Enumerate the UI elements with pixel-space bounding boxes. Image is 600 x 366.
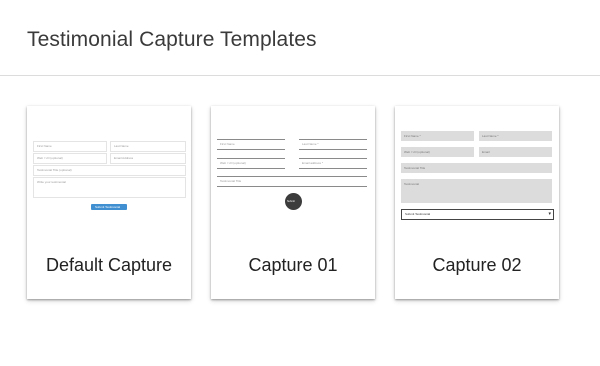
template-preview-capture-02: First Name * Last Name * Web / Url (opti… bbox=[395, 106, 559, 236]
preview-submit-button: Submit bbox=[285, 193, 302, 210]
preview-field: Web / Url (optional) bbox=[33, 153, 107, 164]
template-card-capture-02[interactable]: First Name * Last Name * Web / Url (opti… bbox=[395, 106, 559, 299]
preview-field-label: First Name * bbox=[404, 134, 421, 138]
preview-field: Web / Url (optional) bbox=[217, 158, 285, 169]
preview-field: Testimonial Title bbox=[217, 176, 367, 187]
template-preview-default: First Name Last Name Web / Url (optional… bbox=[27, 106, 191, 236]
preview-field: Last Name * bbox=[479, 131, 552, 141]
preview-field-label: Testimonial Title (optional) bbox=[37, 169, 72, 172]
preview-field-label: Email Address bbox=[114, 157, 134, 160]
preview-field-label: Testimonial Title bbox=[220, 180, 242, 183]
template-name: Default Capture bbox=[45, 255, 173, 275]
template-name: Capture 01 bbox=[248, 255, 338, 275]
preview-field: Last Name bbox=[110, 141, 186, 152]
page-title: Testimonial Capture Templates bbox=[27, 28, 317, 51]
preview-field: First Name bbox=[217, 139, 285, 150]
preview-field-label: Testimonial bbox=[404, 182, 420, 186]
preview-field-label: First Name bbox=[37, 145, 52, 148]
preview-field-label: Last Name * bbox=[302, 143, 319, 146]
preview-button-label: Submit bbox=[287, 200, 295, 203]
preview-submit-button: Submit Testimonial bbox=[91, 204, 127, 210]
preview-field-label: First Name bbox=[220, 143, 235, 146]
preview-field: Last Name * bbox=[299, 139, 367, 150]
preview-button-label: Submit Testimonial bbox=[95, 205, 121, 209]
preview-submit-select: Submit Testimonial ▾ bbox=[401, 209, 554, 220]
preview-field: Email Address bbox=[110, 153, 186, 164]
preview-field-label: Web / Url (optional) bbox=[404, 150, 430, 154]
template-card-default-capture[interactable]: First Name Last Name Web / Url (optional… bbox=[27, 106, 191, 299]
preview-field-label: Last Name bbox=[114, 145, 129, 148]
preview-field-label: Email bbox=[482, 150, 490, 154]
preview-field: Email bbox=[479, 147, 552, 157]
preview-field: Web / Url (optional) bbox=[401, 147, 474, 157]
template-name: Capture 02 bbox=[432, 255, 522, 275]
template-card-capture-01[interactable]: First Name Last Name * Web / Url (option… bbox=[211, 106, 375, 299]
preview-textarea: Write your testimonial bbox=[33, 177, 186, 198]
preview-field: Email address * bbox=[299, 158, 367, 169]
preview-field: First Name bbox=[33, 141, 107, 152]
preview-field-label: Testimonial Title bbox=[404, 166, 426, 170]
preview-field-label: Email address * bbox=[302, 162, 324, 165]
preview-field-label: Last Name * bbox=[482, 134, 499, 138]
preview-field-label: Web / Url (optional) bbox=[220, 162, 246, 165]
header-divider bbox=[0, 75, 600, 76]
preview-field-label: Web / Url (optional) bbox=[37, 157, 63, 160]
preview-field: Testimonial Title (optional) bbox=[33, 165, 186, 176]
preview-button-label: Submit Testimonial bbox=[405, 213, 431, 216]
preview-field-label: Write your testimonial bbox=[37, 181, 66, 184]
preview-field: Testimonial Title bbox=[401, 163, 552, 173]
preview-textarea: Testimonial bbox=[401, 179, 552, 203]
dropdown-arrow-icon: ▾ bbox=[548, 211, 551, 217]
preview-field: First Name * bbox=[401, 131, 474, 141]
template-preview-capture-01: First Name Last Name * Web / Url (option… bbox=[211, 106, 375, 236]
